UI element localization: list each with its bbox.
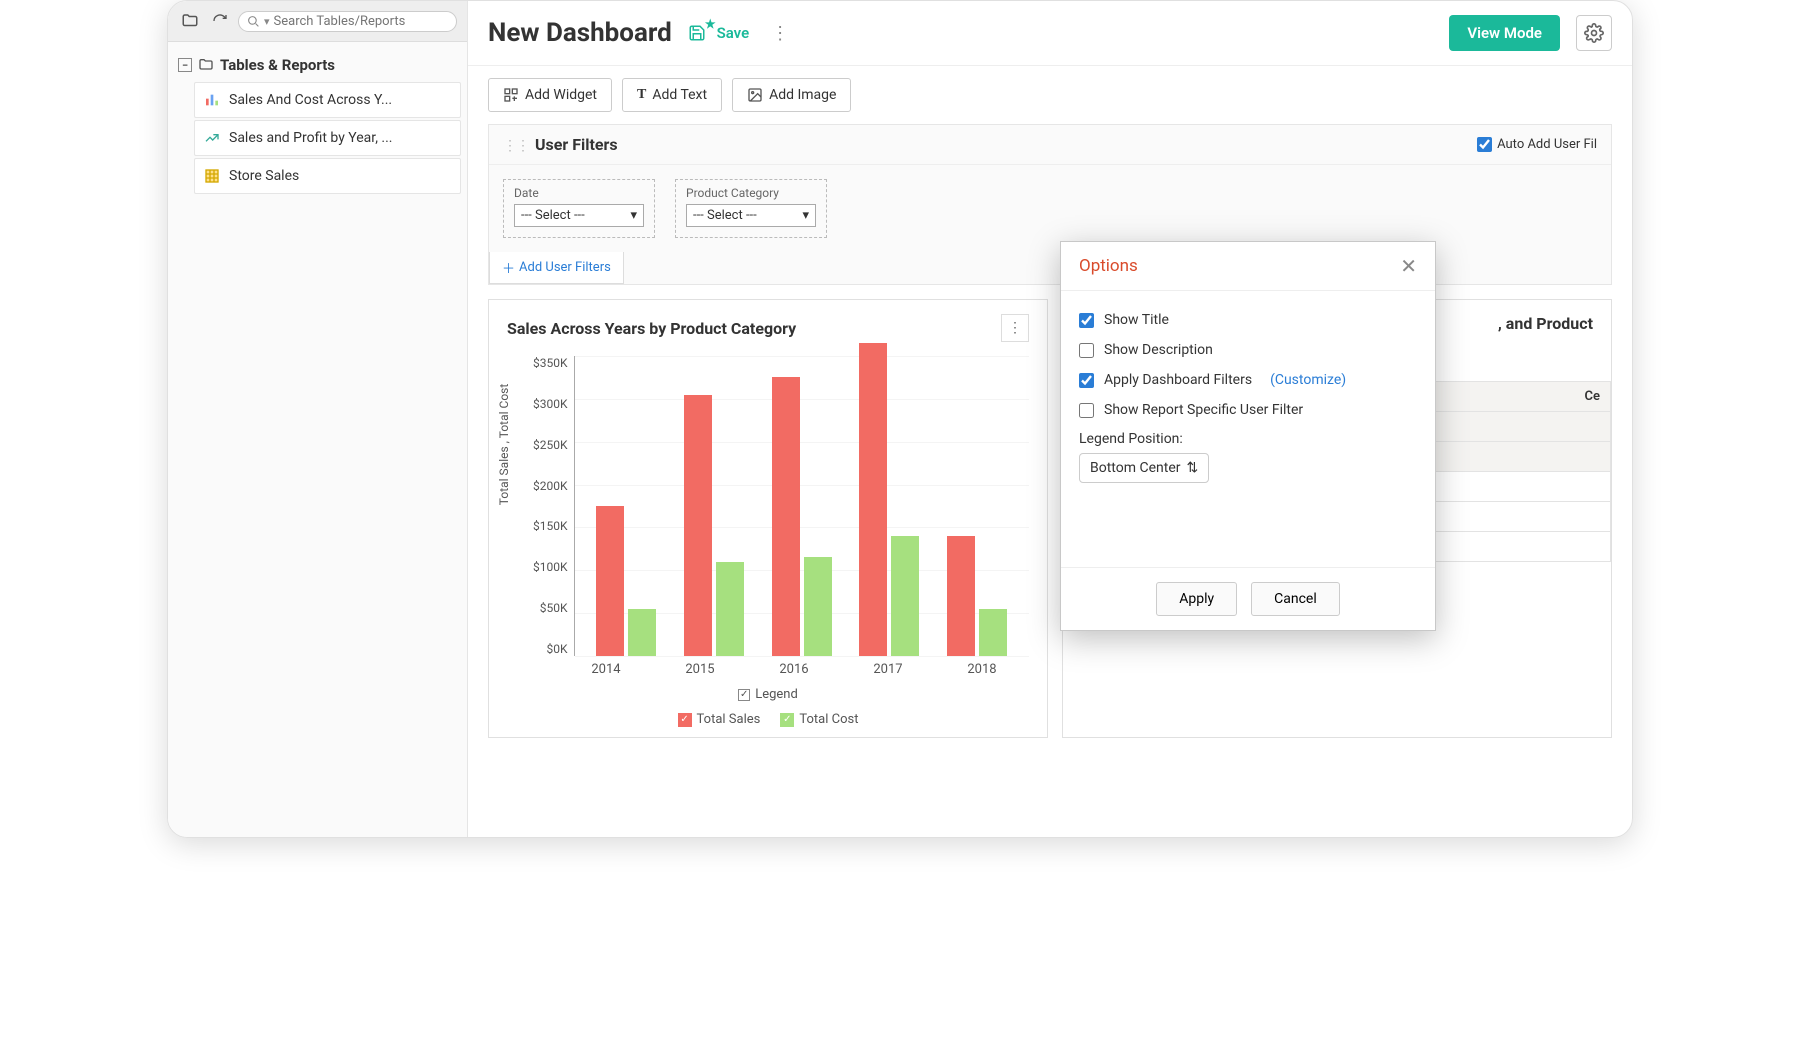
option-show-description[interactable]: Show Description (1079, 335, 1417, 365)
image-icon (747, 87, 763, 103)
save-label: Save (717, 24, 750, 42)
sidebar: ▾ − Tables & Reports Sales And Cost Acro… (168, 1, 468, 837)
add-user-filters-button[interactable]: ＋Add User Filters (489, 252, 624, 284)
filter-label: Date (514, 186, 644, 200)
add-widget-button[interactable]: Add Widget (488, 78, 612, 112)
sidebar-item-label: Sales and Profit by Year, ... (229, 130, 393, 146)
sidebar-item-label: Store Sales (229, 168, 299, 184)
add-image-label: Add Image (769, 87, 836, 103)
search-input[interactable] (274, 14, 448, 29)
user-filters-panel: ⋮⋮ User Filters Auto Add User Fil Date --… (488, 124, 1612, 285)
gear-icon (1584, 23, 1604, 43)
filter-label: Product Category (686, 186, 816, 200)
widget-icon (503, 87, 519, 103)
save-button[interactable]: ★ Save (688, 24, 749, 42)
legend-position-label: Legend Position: (1079, 431, 1417, 447)
filters-title: User Filters (535, 135, 618, 154)
filter-product-category: Product Category --- Select ---▾ (675, 179, 827, 238)
collapse-icon[interactable]: − (178, 58, 192, 72)
cancel-button[interactable]: Cancel (1251, 582, 1340, 616)
legend-toggle[interactable]: ✓Legend (738, 687, 798, 702)
folder-icon (198, 57, 214, 73)
filter-date-select[interactable]: --- Select ---▾ (514, 204, 644, 227)
y-axis-ticks: $350K$300K$250K$200K$150K$100K$50K$0K (533, 356, 574, 656)
sidebar-item-store-sales[interactable]: Store Sales (194, 158, 461, 194)
auto-add-filters-checkbox[interactable]: Auto Add User Fil (1477, 137, 1597, 152)
settings-button[interactable] (1576, 15, 1612, 51)
customize-link[interactable]: (Customize) (1270, 372, 1346, 388)
add-text-label: Add Text (652, 87, 707, 103)
options-popup: Options ✕ Show Title Show Description Ap… (1060, 241, 1436, 631)
refresh-icon[interactable] (208, 9, 232, 33)
legend-item-total-sales: ✓Total Sales (678, 712, 761, 727)
plus-icon: ＋ (502, 258, 515, 277)
bar-chart-icon (203, 91, 221, 109)
tree-group-label: Tables & Reports (220, 56, 335, 74)
chart-title: Sales Across Years by Product Category (507, 319, 796, 338)
table-icon (203, 167, 221, 185)
legend-item-total-cost: ✓Total Cost (780, 712, 858, 727)
add-text-button[interactable]: T Add Text (622, 78, 722, 112)
tree-group-header[interactable]: − Tables & Reports (174, 50, 461, 80)
option-show-report-filter[interactable]: Show Report Specific User Filter (1079, 395, 1417, 425)
legend-position-select[interactable]: Bottom Center ⇅ (1079, 453, 1209, 483)
x-axis-ticks: 20142015201620172018 (559, 662, 1029, 677)
header-more-button[interactable]: ⋮ (765, 23, 795, 44)
add-image-button[interactable]: Add Image (732, 78, 851, 112)
chart-card-sales-across-years: Sales Across Years by Product Category ⋮… (488, 299, 1048, 738)
option-show-title[interactable]: Show Title (1079, 305, 1417, 335)
apply-button[interactable]: Apply (1156, 582, 1237, 616)
option-apply-filters[interactable]: Apply Dashboard Filters (Customize) (1079, 365, 1417, 395)
sidebar-item-sales-cost[interactable]: Sales And Cost Across Y... (194, 82, 461, 118)
sidebar-item-sales-profit[interactable]: Sales and Profit by Year, ... (194, 120, 461, 156)
search-icon (247, 15, 260, 28)
search-input-wrap[interactable]: ▾ (238, 11, 457, 32)
filter-date: Date --- Select ---▾ (503, 179, 655, 238)
add-widget-label: Add Widget (525, 87, 597, 103)
y-axis-label: Total Sales , Total Cost (497, 383, 511, 505)
view-mode-button[interactable]: View Mode (1449, 15, 1560, 51)
save-icon (688, 24, 706, 42)
filter-category-select[interactable]: --- Select ---▾ (686, 204, 816, 227)
page-title: New Dashboard (488, 18, 672, 48)
chart-bars (575, 356, 1029, 656)
trend-up-icon (203, 129, 221, 147)
chart-more-button[interactable]: ⋮ (1001, 314, 1029, 342)
table-card-title-suffix: , and Product (1498, 314, 1593, 333)
sort-icon: ⇅ (1186, 460, 1198, 476)
sidebar-item-label: Sales And Cost Across Y... (229, 92, 392, 108)
text-icon: T (637, 87, 646, 103)
chevron-down-icon: ▾ (630, 208, 637, 223)
chevron-down-icon: ▾ (264, 15, 270, 28)
drag-handle-icon[interactable]: ⋮⋮ (503, 138, 529, 154)
popup-title: Options (1079, 256, 1138, 276)
chevron-down-icon: ▾ (802, 208, 809, 223)
close-button[interactable]: ✕ (1400, 256, 1417, 276)
folder-icon[interactable] (178, 9, 202, 33)
